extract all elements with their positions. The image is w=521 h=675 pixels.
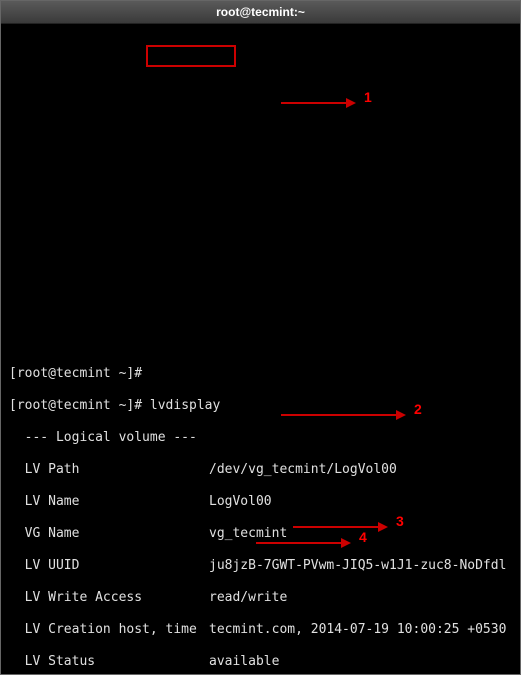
terminal-window: root@tecmint:~ 1 2 3 4 [root@tecmint ~]#…: [0, 0, 521, 675]
lv-path-label: LV Path: [9, 462, 209, 478]
lv-path-value: /dev/vg_tecmint/LogVol00: [209, 462, 397, 477]
annotation-1: 1: [364, 89, 372, 105]
command-text: lvdisplay: [150, 398, 220, 413]
prompt-line: [root@tecmint ~]#: [9, 366, 512, 382]
lv-status-label: LV Status: [9, 654, 209, 670]
arrow-1: [281, 95, 361, 111]
window-title: root@tecmint:~: [1, 1, 520, 24]
section-header: --- Logical volume ---: [9, 430, 512, 446]
lv-write-label: LV Write Access: [9, 590, 209, 606]
terminal-body[interactable]: 1 2 3 4 [root@tecmint ~]# [root@tecmint …: [1, 24, 520, 675]
lv-write-value: read/write: [209, 590, 287, 605]
lv-name-value: LogVol00: [209, 494, 272, 509]
lv-uuid-value: ju8jzB-7GWT-PVwm-JIQ5-w1J1-zuc8-NoDfdl: [209, 558, 506, 573]
lv-status-value: available: [209, 654, 279, 669]
lv-creation-label: LV Creation host, time: [9, 622, 209, 638]
command-line: [root@tecmint ~]# lvdisplay: [9, 398, 512, 414]
lv-creation-value: tecmint.com, 2014-07-19 10:00:25 +0530: [209, 622, 506, 637]
vg-name-label: VG Name: [9, 526, 209, 542]
lv-uuid-label: LV UUID: [9, 558, 209, 574]
lv-name-label: LV Name: [9, 494, 209, 510]
highlight-box-command: [146, 45, 236, 67]
vg-name-value: vg_tecmint: [209, 526, 287, 541]
